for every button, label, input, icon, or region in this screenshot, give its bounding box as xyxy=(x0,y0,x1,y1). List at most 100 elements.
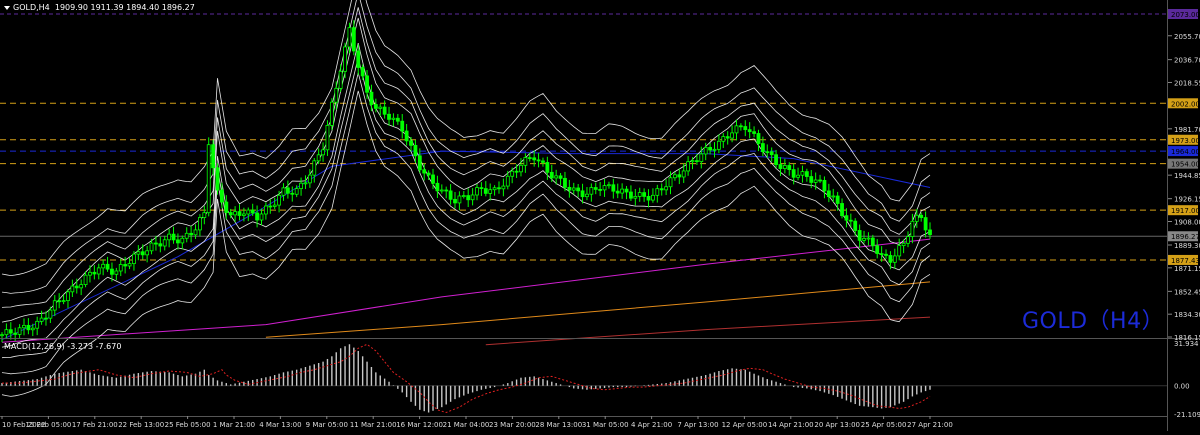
candle-body xyxy=(241,213,246,216)
candle-body xyxy=(813,179,818,183)
candle-body xyxy=(611,184,616,192)
time-tick-label: 21 Mar 04:00 xyxy=(443,421,490,429)
candle-body xyxy=(382,106,387,115)
candle-body xyxy=(664,186,669,191)
candle-body xyxy=(497,187,501,190)
time-tick-label: 9 Mar 05:00 xyxy=(306,421,348,429)
candle-body xyxy=(826,190,831,198)
candle-body xyxy=(299,182,303,190)
candle-body xyxy=(716,140,721,150)
candle-body xyxy=(338,70,343,89)
candle-body xyxy=(48,309,53,319)
candle-body xyxy=(734,125,739,134)
candle-body xyxy=(224,201,229,213)
candle-body xyxy=(699,153,704,162)
candle-body xyxy=(774,154,778,165)
time-tick-label: 22 Feb 13:00 xyxy=(118,421,164,429)
candle-body xyxy=(114,270,119,275)
price-chart[interactable]: 2055.70 2036.70 2018.55 1981.70 1944.85 1926.… xyxy=(0,0,1200,431)
candle-body xyxy=(914,214,919,222)
candle-body xyxy=(140,251,145,256)
candle-body xyxy=(439,189,444,192)
candle-body xyxy=(52,300,57,311)
time-tick-label: 1 Mar 21:00 xyxy=(213,421,255,429)
candle-body xyxy=(624,188,629,193)
candle-body xyxy=(13,332,18,335)
candle-body xyxy=(202,212,207,218)
candle-body xyxy=(580,190,585,198)
price-tag-label: 1917.00 xyxy=(1171,207,1200,215)
candle-body xyxy=(321,149,325,156)
candle-body xyxy=(123,264,128,267)
time-tick-label: 25 Feb 05:00 xyxy=(165,421,211,429)
candle-body xyxy=(101,263,106,269)
candle-body xyxy=(312,160,317,176)
candle-body xyxy=(681,170,686,178)
candle-body xyxy=(752,131,756,134)
candle-body xyxy=(725,136,730,139)
chart-window[interactable]: 2055.70 2036.70 2018.55 1981.70 1944.85 1926.… xyxy=(0,0,1200,431)
candle-body xyxy=(892,255,897,263)
candle-body xyxy=(316,154,321,162)
candle-body xyxy=(554,175,559,179)
candle-body xyxy=(848,219,853,222)
candle-body xyxy=(215,167,220,191)
candle-body xyxy=(501,185,506,190)
candle-body xyxy=(211,144,216,169)
candle-body xyxy=(233,211,237,216)
candle-body xyxy=(391,117,396,120)
candle-body xyxy=(171,233,176,241)
candle-body xyxy=(158,243,163,247)
time-tick-label: 23 Mar 20:00 xyxy=(489,421,536,429)
candle-body xyxy=(180,237,185,244)
price-tick-label: 2055.70 xyxy=(1174,33,1200,41)
candle-body xyxy=(879,253,884,255)
candle-body xyxy=(387,113,391,120)
ohlc-readout: 1909.90 1911.39 1894.40 1896.27 xyxy=(54,3,195,12)
candle-body xyxy=(26,324,31,331)
candle-body xyxy=(532,157,537,161)
candle-body xyxy=(444,189,449,192)
candle-body xyxy=(347,27,352,48)
candle-body xyxy=(620,188,625,194)
candle-body xyxy=(360,67,365,77)
candle-body xyxy=(35,320,40,329)
candle-body xyxy=(822,180,827,192)
candle-body xyxy=(510,170,515,177)
price-tag-label: 1877.43 xyxy=(1171,257,1200,265)
candle-body xyxy=(690,160,695,163)
time-tick-label: 7 Apr 13:00 xyxy=(677,421,718,429)
candle-body xyxy=(307,174,312,184)
candle-body xyxy=(695,160,699,163)
candle-body xyxy=(642,192,647,197)
candle-body xyxy=(154,242,158,245)
candle-body xyxy=(607,184,611,187)
candle-body xyxy=(22,324,26,329)
candle-body xyxy=(132,253,136,264)
candle-body xyxy=(602,185,607,191)
candle-body xyxy=(193,229,198,236)
candle-body xyxy=(536,159,541,162)
candle-body xyxy=(0,334,4,337)
price-tag-label: 1896.27 xyxy=(1171,233,1200,241)
candle-body xyxy=(721,136,726,142)
candle-body xyxy=(448,190,453,200)
candle-body xyxy=(659,188,664,191)
price-tick-label: 1944.85 xyxy=(1174,172,1200,180)
candle-body xyxy=(228,212,233,216)
candle-body xyxy=(237,211,242,216)
candle-body xyxy=(673,174,677,179)
candle-body xyxy=(800,171,805,176)
candle-body xyxy=(268,205,273,208)
candle-body xyxy=(470,194,475,201)
candle-body xyxy=(765,151,770,154)
candle-body xyxy=(831,195,836,198)
candle-body xyxy=(541,160,545,163)
candle-body xyxy=(527,157,532,159)
candle-body xyxy=(655,188,660,196)
menu-triangle-icon[interactable] xyxy=(4,5,10,10)
candle-body xyxy=(145,250,150,256)
candle-body xyxy=(747,129,752,133)
candle-body xyxy=(457,195,462,204)
candle-body xyxy=(853,220,858,231)
